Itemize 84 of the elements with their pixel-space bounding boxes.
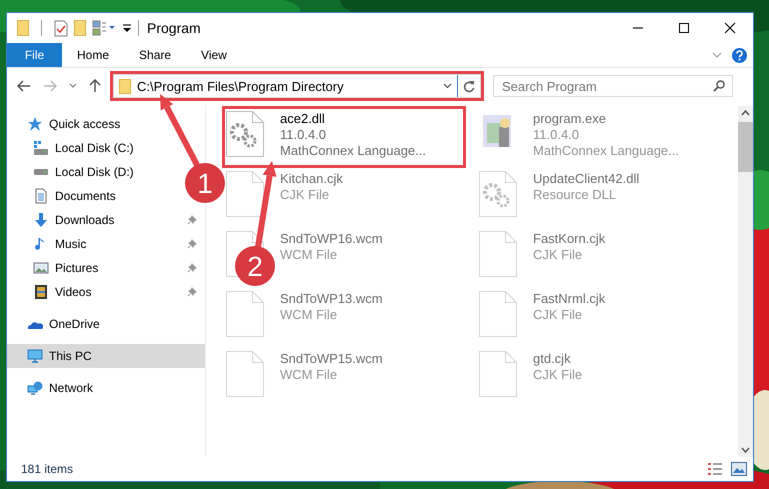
file-menu-button[interactable]: File [7, 43, 62, 67]
file-detail: CJK File [533, 247, 584, 263]
document-icon [33, 188, 49, 204]
file-name: program.exe [533, 111, 607, 127]
back-icon[interactable] [17, 80, 31, 92]
gear-file-icon [479, 171, 517, 217]
drive-icon [33, 168, 49, 176]
details-view-icon[interactable] [707, 462, 723, 476]
drive-icon [33, 140, 49, 156]
ribbon-tab[interactable]: Home [62, 43, 124, 67]
ribbon-tab[interactable]: Share [124, 43, 186, 67]
maximize-icon [678, 22, 690, 34]
star-icon [27, 116, 43, 132]
search-icon[interactable] [713, 80, 725, 92]
large-icons-view-icon[interactable] [731, 462, 747, 476]
item-count: 181 items [21, 462, 74, 476]
window-title: Program [147, 20, 202, 36]
blank-file-icon [479, 231, 517, 277]
file-name: UpdateClient42.dll [533, 171, 640, 187]
file-detail: CJK File [280, 187, 330, 203]
file-detail: 11.0.4.0 [280, 127, 328, 143]
pin-icon[interactable] [187, 287, 197, 297]
nav-item[interactable]: OneDrive [7, 312, 205, 336]
file-detail: CJK File [533, 367, 582, 383]
minimize-icon [632, 27, 644, 29]
network-icon [27, 380, 43, 396]
file-detail: WCM File [280, 367, 338, 383]
refresh-icon[interactable] [463, 80, 475, 92]
step-badge: 2 [235, 246, 275, 286]
file-name: SndToWP15.wcm [280, 351, 383, 367]
dropdown-caret-icon[interactable] [443, 83, 452, 89]
file-detail: MathConnex Language... [280, 143, 426, 159]
file-name: FastKorn.cjk [533, 231, 606, 247]
nav-item[interactable]: This PC [7, 344, 205, 368]
nav-item[interactable]: Quick access [7, 112, 205, 136]
address-path: C:\Program Files\Program Directory [137, 78, 344, 94]
blank-file-icon [226, 171, 264, 217]
download-icon [33, 212, 49, 228]
pin-icon[interactable] [187, 215, 197, 225]
expand-ribbon-icon[interactable] [712, 52, 722, 58]
nav-item[interactable]: Pictures [7, 256, 179, 280]
customize-caret-icon[interactable] [122, 22, 132, 34]
step-badge: 1 [185, 163, 225, 203]
nav-item[interactable]: Music [7, 232, 179, 256]
nav-item[interactable]: Documents [7, 184, 179, 208]
address-field[interactable]: C:\Program Files\Program Directory [113, 74, 481, 98]
folder-icon [119, 78, 131, 94]
recent-caret-icon[interactable] [69, 83, 77, 89]
file-detail: WCM File [280, 307, 338, 323]
blank-file-icon [479, 291, 517, 337]
blank-file-icon [226, 291, 264, 337]
help-icon[interactable] [732, 48, 747, 62]
nav-item[interactable]: Local Disk (D:) [7, 160, 179, 184]
scrollbar[interactable] [738, 106, 753, 457]
scrollbar-thumb[interactable] [738, 122, 753, 172]
nav-item[interactable]: Local Disk (C:) [7, 136, 179, 160]
nav-item[interactable]: Network [7, 376, 205, 400]
file-name: gtd.cjk [533, 351, 572, 367]
up-icon[interactable] [89, 79, 101, 93]
nav-item[interactable]: Videos [7, 280, 179, 304]
ribbon-tab[interactable]: View [186, 43, 242, 67]
properties-icon[interactable] [54, 20, 68, 36]
close-icon [724, 22, 736, 34]
file-detail: Resource DLL [533, 187, 618, 203]
file-name: Kitchan.cjk [280, 171, 343, 187]
file-name: SndToWP16.wcm [280, 231, 383, 247]
file-detail: CJK File [533, 307, 584, 323]
film-icon [33, 284, 49, 300]
nav-item[interactable]: Downloads [7, 208, 179, 232]
blank-file-icon [226, 351, 264, 397]
gear-file-icon [226, 111, 264, 157]
file-detail: MathConnex Language... [533, 143, 679, 159]
file-detail: 11.0.4.0 [533, 127, 580, 143]
pin-icon[interactable] [187, 263, 197, 273]
view-dropdown-icon[interactable] [92, 20, 116, 36]
blank-file-icon [479, 351, 517, 397]
file-name: ace2.dll [280, 111, 326, 127]
file-name: FastNrml.cjk [533, 291, 606, 307]
pin-icon[interactable] [187, 239, 197, 249]
monitor-icon [27, 348, 43, 364]
picture-icon [33, 260, 49, 276]
file-name: SndToWP13.wcm [280, 291, 383, 307]
file-detail: WCM File [280, 247, 338, 263]
search-field[interactable]: Search Program [493, 75, 733, 97]
